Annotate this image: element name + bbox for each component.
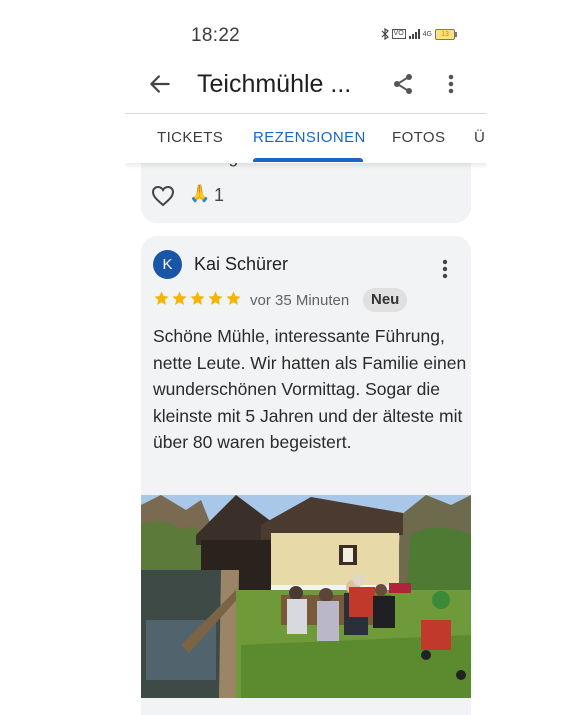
- review-photo[interactable]: [141, 495, 471, 698]
- star-icon: [154, 291, 169, 305]
- app-bar: Teichmühle ...: [125, 60, 487, 110]
- rating-stars: [153, 290, 242, 307]
- battery-icon: 13: [435, 28, 457, 40]
- avatar[interactable]: K: [153, 250, 182, 279]
- star-icon: [190, 291, 205, 305]
- signal-icon: [408, 29, 420, 39]
- status-icons: VO 4G 13: [381, 28, 457, 40]
- page-title: Teichmühle ...: [197, 70, 352, 98]
- network-type: 4G: [422, 30, 432, 38]
- volte-icon: VO: [391, 29, 406, 39]
- star-icon: [208, 291, 223, 305]
- more-vert-icon[interactable]: [437, 258, 453, 280]
- share-icon[interactable]: [391, 72, 415, 96]
- reaction-count: 1: [214, 185, 225, 205]
- review-time: vor 35 Minuten: [250, 292, 350, 309]
- star-icon: [172, 291, 187, 305]
- tab-ueberblick[interactable]: Ü: [474, 129, 485, 146]
- review-author[interactable]: Kai Schürer: [194, 254, 288, 275]
- bluetooth-icon: [381, 28, 389, 40]
- more-vert-icon[interactable]: [441, 72, 461, 96]
- arrow-left-icon[interactable]: [147, 71, 173, 97]
- active-tab-indicator: [253, 158, 363, 162]
- review-text: Schöne Mühle, interessante Führung, nett…: [153, 326, 467, 452]
- tab-fotos[interactable]: FOTOS: [392, 129, 445, 146]
- tab-bar: TICKETS REZENSIONEN FOTOS Ü: [125, 113, 487, 163]
- status-time: 18:22: [191, 25, 241, 46]
- star-icon: [226, 291, 241, 305]
- phone-screen: 18:22 VO 4G 13 Teichmühle ... TICKETS RE…: [125, 0, 487, 715]
- pray-emoji: 🙏: [189, 184, 211, 203]
- tab-tickets[interactable]: TICKETS: [157, 129, 223, 146]
- new-badge: Neu: [363, 288, 408, 312]
- review-card: K Kai Schürer vor 35 Minuten Neu Schöne …: [141, 236, 471, 715]
- heart-icon[interactable]: [151, 185, 175, 207]
- tab-rezensionen[interactable]: REZENSIONEN: [253, 129, 366, 146]
